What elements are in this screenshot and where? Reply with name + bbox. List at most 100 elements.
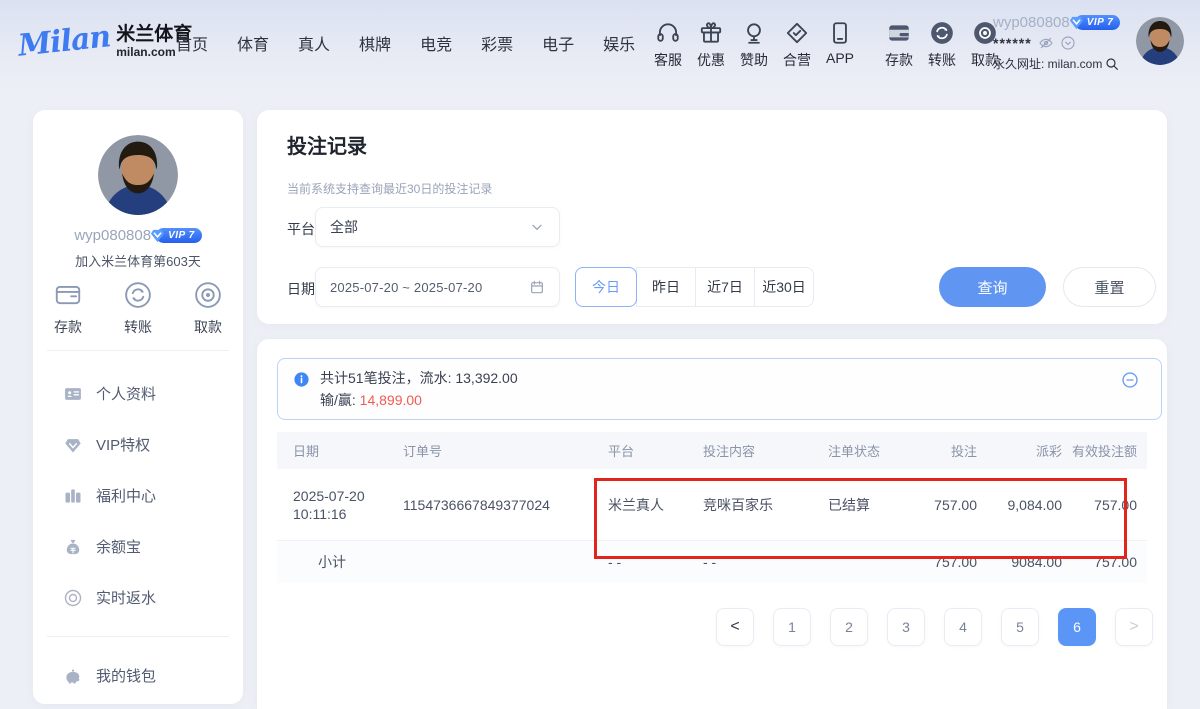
table-row[interactable]: 2025-07-20 10:11:16 1154736667849377024 …: [277, 469, 1147, 541]
promo-button[interactable]: 优惠: [691, 20, 731, 70]
sidebar-item-rebate[interactable]: 实时返水: [63, 572, 233, 623]
page-2-button[interactable]: 2: [830, 608, 868, 646]
transfer-button-top[interactable]: 转账: [922, 20, 962, 70]
quick-action-bar: 客服 优惠 赞助: [648, 20, 1008, 70]
nav-lottery[interactable]: 彩票: [481, 31, 513, 55]
col-status: 注单状态: [812, 441, 907, 460]
app-button[interactable]: APP: [820, 20, 860, 66]
pagination: < 1 2 3 4 5 6 >: [716, 608, 1153, 646]
records-card: 共计51笔投注，流水: 13,392.00 输/赢: 14,899.00 日期 …: [257, 339, 1167, 709]
cell-content: 竞咪百家乐: [687, 495, 812, 515]
page-1-button[interactable]: 1: [773, 608, 811, 646]
sidebar-item-rebate-label: 实时返水: [96, 587, 156, 608]
main-nav: 首页 体育 真人 棋牌 电竞 彩票 电子 娱乐: [176, 31, 635, 55]
trophy-icon: [741, 20, 767, 46]
page-next-button[interactable]: >: [1115, 608, 1153, 646]
wallet-outline-icon: [53, 280, 83, 310]
sidebar-item-my-wallet[interactable]: 我的钱包: [63, 650, 233, 701]
wallet-icon: [886, 20, 912, 46]
nav-board[interactable]: 棋牌: [359, 31, 391, 55]
site-logo[interactable]: Milan 米兰体育 milan.com: [18, 24, 192, 59]
welfare-icon: [63, 486, 83, 506]
summary-line2: 输/赢: 14,899.00: [320, 390, 1117, 410]
col-valid: 有效投注额: [1072, 441, 1147, 460]
betting-records-page: Milan 米兰体育 milan.com 首页 体育 真人 棋牌 电竞 彩票 电…: [0, 0, 1200, 709]
eye-off-icon[interactable]: [1038, 35, 1054, 51]
sidebar-vip-badge: VIP 7: [156, 228, 202, 243]
phone-icon: [827, 20, 853, 46]
search-button[interactable]: 查询: [939, 267, 1046, 307]
deposit-button-top[interactable]: 存款: [879, 20, 919, 70]
sidebar-item-vip-label: VIP特权: [96, 434, 150, 455]
transfer-outline-icon: [123, 280, 153, 310]
sidebar-menu-wallet: 我的钱包: [63, 650, 233, 701]
divider: [47, 636, 229, 637]
divider: [47, 350, 229, 351]
filter-card: 投注记录 当前系统支持查询最近30日的投注记录 平台: 全部 日期: 2025-…: [257, 110, 1167, 324]
reset-button[interactable]: 重置: [1063, 267, 1156, 307]
nav-slots[interactable]: 电子: [542, 31, 574, 55]
sidebar-item-welfare[interactable]: 福利中心: [63, 470, 233, 521]
sidebar-actions: 存款 转账 取款: [33, 280, 243, 337]
col-order: 订单号: [387, 441, 592, 460]
info-icon: [293, 371, 310, 388]
top-bar: Milan 米兰体育 milan.com 首页 体育 真人 棋牌 电竞 彩票 电…: [0, 0, 1200, 92]
range-30days-button[interactable]: 近30日: [754, 267, 814, 307]
page-prev-button[interactable]: <: [716, 608, 754, 646]
range-7days-button[interactable]: 近7日: [695, 267, 755, 307]
nav-home[interactable]: 首页: [176, 31, 208, 55]
sidebar-transfer-button[interactable]: 转账: [123, 280, 153, 337]
subtotal-valid: 757.00: [1072, 554, 1147, 570]
chevron-circle-icon[interactable]: [1060, 35, 1076, 51]
winloss-value: 14,899.00: [360, 392, 422, 408]
sidebar-item-vip[interactable]: VIP特权: [63, 419, 233, 470]
nav-sports[interactable]: 体育: [237, 31, 269, 55]
page-5-button[interactable]: 5: [1001, 608, 1039, 646]
sidebar-avatar[interactable]: [98, 135, 178, 215]
username-text[interactable]: wyp080808: [993, 14, 1070, 31]
service-button[interactable]: 客服: [648, 20, 688, 70]
range-today-button[interactable]: 今日: [575, 267, 637, 307]
col-content: 投注内容: [687, 441, 812, 460]
avatar-image: [1136, 17, 1184, 65]
page-3-button[interactable]: 3: [887, 608, 925, 646]
collapse-icon[interactable]: [1121, 371, 1139, 389]
partner-button[interactable]: 合营: [777, 20, 817, 70]
subtotal-row: 小计 - - - - 757.00 9084.00 757.00: [277, 541, 1147, 583]
sidebar-transfer-label: 转账: [124, 317, 152, 337]
page-6-button[interactable]: 6: [1058, 608, 1096, 646]
calendar-icon: [529, 279, 545, 295]
rebate-coin-icon: [63, 588, 83, 608]
cell-valid: 757.00: [1072, 497, 1147, 513]
profile-sidebar: wyp080808 VIP 7 加入米兰体育第603天 存款: [33, 110, 243, 704]
user-info-block: wyp080808 VIP 7 ******: [993, 14, 1128, 72]
sponsor-button[interactable]: 赞助: [734, 20, 774, 70]
sidebar-item-yuebao[interactable]: 余额宝: [63, 521, 233, 572]
summary-banner: 共计51笔投注，流水: 13,392.00 输/赢: 14,899.00: [277, 358, 1162, 420]
platform-select[interactable]: 全部: [315, 207, 560, 247]
cell-order: 1154736667849377024: [387, 497, 592, 513]
cell-date: 2025-07-20 10:11:16: [277, 487, 387, 523]
headset-icon: [655, 20, 681, 46]
sidebar-username: wyp080808: [74, 227, 151, 244]
sidebar-withdraw-button[interactable]: 取款: [193, 280, 223, 337]
avatar[interactable]: [1136, 17, 1184, 65]
nav-entertainment[interactable]: 娱乐: [603, 31, 635, 55]
nav-esports[interactable]: 电竞: [420, 31, 452, 55]
summary-line1: 共计51笔投注，流水: 13,392.00: [320, 368, 1117, 388]
nav-live[interactable]: 真人: [298, 31, 330, 55]
date-range-input[interactable]: 2025-07-20 ~ 2025-07-20: [315, 267, 560, 307]
id-card-icon: [63, 384, 83, 404]
sidebar-menu: 个人资料 VIP特权 福利中心: [63, 368, 233, 623]
magnifier-icon[interactable]: [1104, 56, 1120, 72]
col-date: 日期: [277, 441, 387, 460]
col-platform: 平台: [592, 441, 687, 460]
sidebar-item-profile-label: 个人资料: [96, 383, 156, 404]
service-label: 客服: [654, 50, 682, 70]
sidebar-item-profile[interactable]: 个人资料: [63, 368, 233, 419]
range-yesterday-button[interactable]: 昨日: [636, 267, 696, 307]
sidebar-avatar-image: [98, 135, 178, 215]
sidebar-deposit-button[interactable]: 存款: [53, 280, 83, 337]
withdraw-outline-icon: [193, 280, 223, 310]
page-4-button[interactable]: 4: [944, 608, 982, 646]
